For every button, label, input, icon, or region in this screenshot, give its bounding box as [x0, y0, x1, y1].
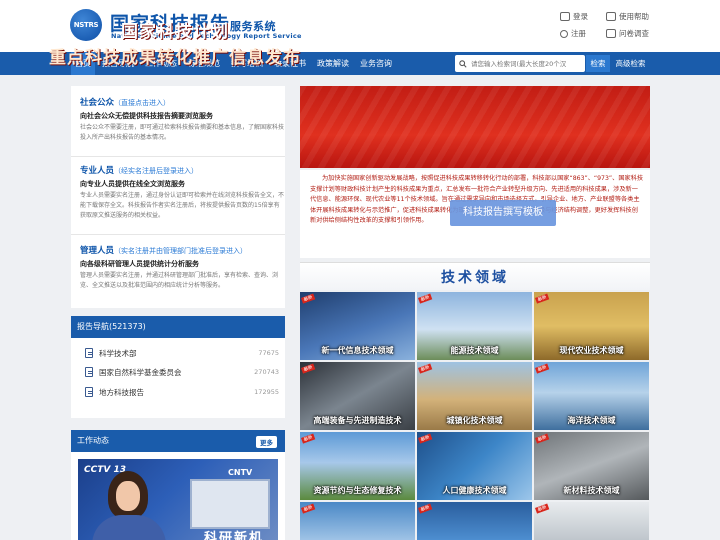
survey-link[interactable]: 问卷调查 [606, 28, 649, 39]
guide-item-label: 国家自然科学基金委员会 [99, 367, 182, 377]
tile-modern-agriculture[interactable]: 最新现代农业技术领域 [534, 292, 649, 360]
new-tag: 最新 [535, 363, 550, 374]
new-tag: 最新 [301, 293, 316, 304]
anchor-body [92, 515, 166, 540]
news-caption: 科研新机 [204, 531, 265, 540]
guide-item-count: 172955 [254, 388, 279, 396]
search-icon [459, 59, 467, 68]
tile-resource-ecology[interactable]: 最新资源节约与生态修复技术 [300, 432, 415, 500]
tile-label: 资源节约与生态修复技术 [313, 486, 402, 495]
new-tag: 最新 [301, 433, 316, 444]
guide-item-count: 77675 [258, 349, 279, 357]
tile-label: 现代农业技术领域 [559, 346, 624, 355]
public-head: 向社会公众无偿提供科技报告摘要浏览服务 [80, 112, 213, 120]
tile-row4-3[interactable]: 最新 [534, 502, 649, 540]
professional-note: （经实名注册后登录进入） [114, 167, 199, 175]
tile-energy[interactable]: 最新能源技术领域 [417, 292, 532, 360]
tile-label: 海洋技术领域 [567, 416, 616, 425]
tile-urbanization[interactable]: 最新城镇化技术领域 [417, 362, 532, 430]
public-text: 社会公众不需要注册，即可通过检索科技报告摘要和基本信息，了解国家科技投入所产出科… [80, 124, 285, 141]
nav-consulting[interactable]: 业务咨询 [360, 52, 392, 75]
tech-fields-title: 技术领域 [441, 270, 509, 286]
new-tag: 最新 [535, 503, 550, 514]
guide-item-label: 地方科技报告 [99, 387, 144, 397]
tile-label: 高端装备与先进制造技术 [313, 416, 402, 425]
public-note: （直接点击进入） [114, 99, 171, 107]
survey-label: 问卷调查 [619, 29, 649, 38]
help-label: 使用帮助 [619, 12, 649, 21]
professional-head: 向专业人员提供在线全文浏览服务 [80, 180, 185, 188]
professional-title: 专业人员 [80, 166, 115, 176]
work-news-title: 工作动态 [71, 430, 285, 452]
new-tag: 最新 [301, 363, 316, 374]
banner-title-line2: 重点科技成果转化推广信息发布 [49, 48, 301, 68]
monitor-icon [560, 12, 570, 21]
guide-item-count: 270743 [254, 368, 279, 376]
tile-ocean[interactable]: 最新海洋技术领域 [534, 362, 649, 430]
new-tag: 最新 [418, 433, 433, 444]
professional-text: 专业人员需要实名注册，通过身份认证即可检索并在线浏览科技报告全文，不能下载保存全… [80, 192, 285, 219]
guide-item-nsfc[interactable]: 国家自然科学基金委员会 270743 [85, 366, 279, 378]
search-button[interactable]: 检索 [586, 55, 610, 72]
tile-next-gen-it[interactable]: 最新新一代信息技术领域 [300, 292, 415, 360]
tile-label: 新一代信息技术领域 [321, 346, 394, 355]
divider [71, 156, 285, 157]
public-title: 社会公众 [80, 98, 115, 108]
banner-pattern [300, 86, 650, 168]
new-tag: 最新 [535, 433, 550, 444]
new-tag: 最新 [535, 293, 550, 304]
tile-label: 能源技术领域 [450, 346, 499, 355]
report-guide-title: 报告导航(521373) [71, 316, 285, 338]
new-tag: 最新 [418, 363, 433, 374]
tile-new-materials[interactable]: 最新新材料技术领域 [534, 432, 649, 500]
advanced-search-button[interactable]: 高级检索 [613, 55, 648, 72]
document-icon [85, 348, 93, 358]
divider [71, 234, 285, 235]
tile-population-health[interactable]: 最新人口健康技术领域 [417, 432, 532, 500]
tile-label: 人口健康技术领域 [442, 486, 507, 495]
anchor-face [116, 481, 140, 511]
news-screen [190, 479, 270, 529]
news-image[interactable]: CCTV 13 CNTV 科研新机 [78, 459, 278, 540]
search-input[interactable] [471, 59, 581, 68]
book-icon [606, 12, 616, 21]
promo-banner[interactable] [300, 86, 650, 168]
login-label: 登录 [573, 12, 588, 21]
guide-item-label: 科学技术部 [99, 348, 137, 358]
guide-item-local[interactable]: 地方科技报告 172955 [85, 386, 279, 398]
search-box [455, 55, 585, 72]
user-icon [560, 29, 568, 38]
cntv-logo: CNTV [228, 468, 253, 477]
tile-label: 新材料技术领域 [563, 486, 620, 495]
edit-icon [606, 29, 616, 38]
new-tag: 最新 [301, 503, 316, 514]
document-icon [85, 387, 93, 397]
tile-advanced-manufacturing[interactable]: 最新高端装备与先进制造技术 [300, 362, 415, 430]
help-link[interactable]: 使用帮助 [606, 11, 649, 22]
banner-title-line1: 国家科技计划 [121, 22, 229, 42]
document-icon [85, 367, 93, 377]
manager-title: 管理人员 [80, 246, 115, 256]
professional-access-link[interactable]: 专业人员（经实名注册后登录进入） [80, 164, 198, 176]
tile-label: 城镇化技术领域 [446, 416, 503, 425]
manager-note: （实名注册并由管理部门批准后登录进入） [114, 247, 248, 255]
tile-row4-2[interactable]: 最新 [417, 502, 532, 540]
tile-row4-1[interactable]: 最新 [300, 502, 415, 540]
login-link[interactable]: 登录 [560, 11, 588, 22]
guide-item-most[interactable]: 科学技术部 77675 [85, 347, 279, 359]
manager-access-link[interactable]: 管理人员（实名注册并由管理部门批准后登录进入） [80, 244, 247, 256]
more-button[interactable]: 更多 [256, 436, 277, 448]
register-link[interactable]: 注册 [560, 28, 586, 39]
public-access-link[interactable]: 社会公众（直接点击进入） [80, 96, 170, 108]
report-guide-panel: 报告导航(521373) 科学技术部 77675 国家自然科学基金委员会 27074… [71, 316, 285, 418]
manager-text: 管理人员需要实名注册，并通过科研管理部门批准后，享有检索、查询、浏览、全文推送以… [80, 272, 279, 289]
new-tag: 最新 [418, 293, 433, 304]
writing-template-button[interactable]: 科技报告撰写模板 [450, 200, 556, 226]
register-label: 注册 [571, 29, 586, 38]
manager-head: 向各级科研管理人员提供统计分析服务 [80, 260, 199, 268]
new-tag: 最新 [418, 503, 433, 514]
